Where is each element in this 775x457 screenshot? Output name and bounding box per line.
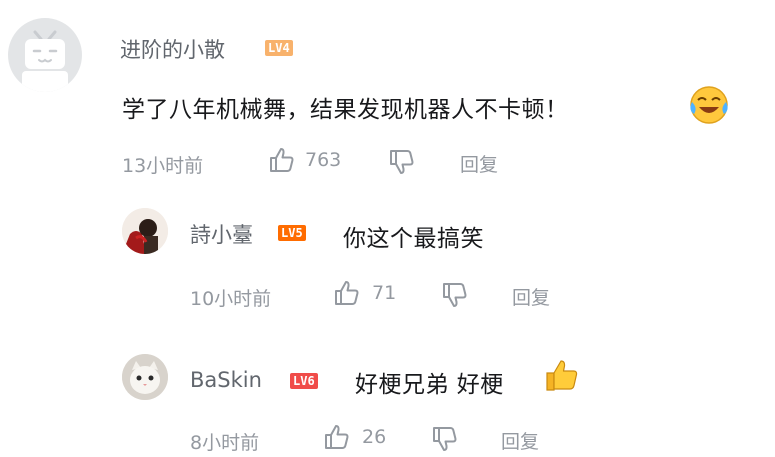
- thumbs-down-icon[interactable]: [388, 148, 416, 176]
- bilibili-tv-avatar-icon: [22, 30, 68, 92]
- reply-text: 你这个最搞笑: [343, 226, 484, 252]
- avatar[interactable]: [122, 208, 168, 254]
- level-badge: LV6: [290, 373, 318, 389]
- reply-button[interactable]: 回复: [501, 427, 539, 454]
- avatar[interactable]: [8, 18, 82, 92]
- cat-photo-icon: [122, 354, 168, 400]
- reply-time: 8小时前: [190, 432, 260, 454]
- reply-button[interactable]: 回复: [460, 150, 498, 177]
- level-badge: LV4: [265, 40, 293, 56]
- user-photo-icon: [122, 208, 168, 254]
- thumbs-up-icon[interactable]: [323, 423, 351, 451]
- like-count: 763: [305, 149, 342, 171]
- thumbs-down-icon[interactable]: [441, 281, 469, 309]
- level-badge: LV5: [278, 225, 306, 241]
- laughing-cry-emoji-icon: [688, 84, 730, 126]
- thumbs-down-icon[interactable]: [431, 425, 459, 453]
- avatar[interactable]: [122, 354, 168, 400]
- username[interactable]: 进阶的小散: [120, 34, 225, 64]
- username[interactable]: 詩小臺: [190, 219, 253, 249]
- thumbs-up-icon[interactable]: [333, 279, 361, 307]
- like-count: 26: [362, 426, 387, 448]
- thumbs-up-emoji-icon: [543, 356, 581, 394]
- thumbs-up-icon[interactable]: [268, 146, 296, 174]
- reply-time: 10小时前: [190, 288, 272, 310]
- like-count: 71: [372, 282, 397, 304]
- username[interactable]: BaSkin: [190, 368, 262, 392]
- reply-text: 好梗兄弟 好梗: [355, 372, 504, 398]
- reply-button[interactable]: 回复: [512, 283, 550, 310]
- comment-time: 13小时前: [122, 155, 204, 177]
- comment-text: 学了八年机械舞，结果发现机器人不卡顿！: [122, 97, 569, 123]
